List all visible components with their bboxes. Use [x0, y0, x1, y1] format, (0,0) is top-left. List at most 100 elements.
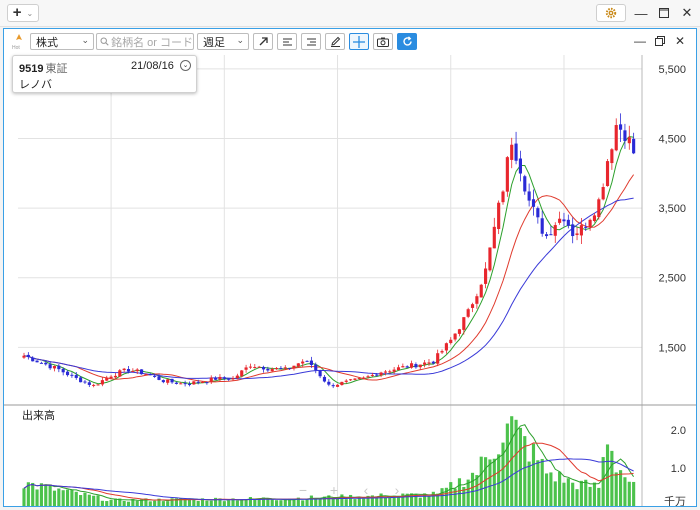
candle-body: [153, 375, 157, 377]
candle-body: [470, 304, 475, 308]
panel-minimize-button[interactable]: —: [632, 33, 648, 49]
candle-body: [492, 226, 496, 249]
candle-body: [553, 225, 557, 236]
volume-bar: [518, 427, 522, 506]
trendline-tool-button[interactable]: [253, 33, 273, 50]
candle-body: [122, 368, 126, 371]
volume-bar: [187, 499, 192, 506]
candle-body: [140, 369, 144, 375]
volume-bar: [575, 489, 579, 506]
candle-body: [370, 374, 374, 376]
volume-bar: [161, 501, 165, 506]
candle-body: [475, 296, 479, 304]
refresh-button[interactable]: [397, 33, 417, 50]
panel-restore-button[interactable]: [652, 33, 668, 49]
candle-body: [266, 368, 270, 371]
candle-body: [549, 234, 553, 236]
candle-body: [270, 368, 274, 372]
panel-close-button[interactable]: ✕: [672, 33, 688, 49]
volume-bar: [379, 493, 383, 506]
stock-code: 9519 東証: [19, 63, 68, 75]
indicator-list-button[interactable]: [277, 33, 297, 50]
svg-text:Hot: Hot: [12, 45, 20, 50]
volume-bar: [510, 416, 514, 506]
candle-body: [222, 377, 226, 379]
price-tick-label: 1,500: [658, 342, 686, 354]
candle-body: [505, 157, 509, 192]
volume-bar: [235, 500, 239, 506]
volume-bar: [579, 480, 583, 506]
chevron-down-icon: ⌄: [236, 35, 244, 45]
candle-body: [279, 367, 283, 369]
candle-body: [70, 374, 74, 376]
minimize-icon: —: [634, 34, 646, 48]
price-chart[interactable]: 5,5004,5003,5002,5001,50019/04/0119/10/0…: [4, 53, 696, 506]
candle-body: [627, 137, 631, 144]
price-tick-label: 4,500: [658, 134, 686, 146]
chart-toolbar: Hot 株式 ⌄ 銘柄名 or コード 週足 ⌄ — ✕: [4, 29, 696, 53]
volume-bar: [39, 483, 43, 506]
volume-bar: [540, 458, 544, 506]
candle-body: [157, 376, 161, 380]
volume-bar: [65, 489, 70, 506]
stock-info-box: 9519 東証 21/08/16 ⌄ レノバ: [12, 55, 197, 93]
volume-bar: [588, 486, 592, 506]
screenshot-button[interactable]: [373, 33, 393, 50]
candle-body: [274, 367, 279, 370]
volume-bar: [492, 458, 496, 506]
volume-bar: [479, 456, 483, 506]
candle-body: [292, 365, 296, 369]
volume-pane-label: 出来高: [22, 408, 55, 422]
close-button[interactable]: ✕: [678, 4, 696, 22]
chart-nav-button[interactable]: −: [299, 482, 307, 498]
crosshair-tool-button[interactable]: [349, 33, 369, 50]
chevron-down-icon: ⌄: [81, 35, 89, 45]
candle-body: [562, 219, 566, 222]
chart-axes: 5,5004,5003,5002,5001,50019/04/0119/10/0…: [4, 55, 696, 506]
volume-bar: [166, 501, 170, 506]
minimize-button[interactable]: —: [632, 4, 650, 22]
candle-body: [214, 377, 218, 380]
volume-bar: [22, 488, 26, 506]
market-type-select[interactable]: 株式 ⌄: [30, 33, 94, 50]
chart-nav-button[interactable]: +: [330, 482, 338, 498]
candle-body: [192, 381, 196, 385]
stock-market: 東証: [45, 63, 68, 75]
symbol-search-input[interactable]: 銘柄名 or コード: [96, 33, 194, 50]
info-dropdown-button[interactable]: ⌄: [180, 60, 191, 71]
candle-body: [349, 379, 353, 381]
volume-bar: [527, 461, 531, 506]
candle-body: [261, 366, 266, 370]
candle-body: [614, 125, 618, 151]
volume-bar: [126, 501, 131, 506]
chart-panel: Hot 株式 ⌄ 銘柄名 or コード 週足 ⌄ — ✕ 9519 東証 21/…: [3, 28, 697, 507]
volume-bar: [274, 500, 279, 506]
candle-body: [170, 378, 174, 383]
volume-bar: [401, 493, 405, 506]
candle-body: [592, 215, 597, 221]
volume-bar: [353, 499, 357, 506]
candle-body: [409, 363, 414, 368]
candle-body: [135, 369, 139, 372]
chart-nav-button[interactable]: ‹: [364, 482, 369, 498]
period-select[interactable]: 週足 ⌄: [197, 33, 249, 50]
volume-bar: [544, 473, 549, 506]
chart-nav-button[interactable]: ›: [395, 482, 400, 498]
candle-body: [96, 384, 100, 386]
volume-bar: [418, 497, 422, 506]
candle-body: [92, 384, 96, 386]
period-value: 週足: [203, 36, 225, 49]
candle-body: [488, 247, 492, 271]
candle-body: [375, 374, 379, 376]
candle-body: [544, 234, 549, 237]
settings-button[interactable]: [596, 4, 626, 22]
draw-tool-button[interactable]: [325, 33, 345, 50]
maximize-button[interactable]: [655, 4, 673, 22]
new-tab-button[interactable]: + ⌄: [7, 4, 39, 22]
volume-bar: [388, 497, 392, 506]
candle-body: [205, 382, 209, 384]
candle-body: [514, 143, 518, 161]
app-logo-icon: Hot: [12, 34, 22, 50]
candle-body: [327, 381, 331, 385]
lines-right-button[interactable]: [301, 33, 321, 50]
